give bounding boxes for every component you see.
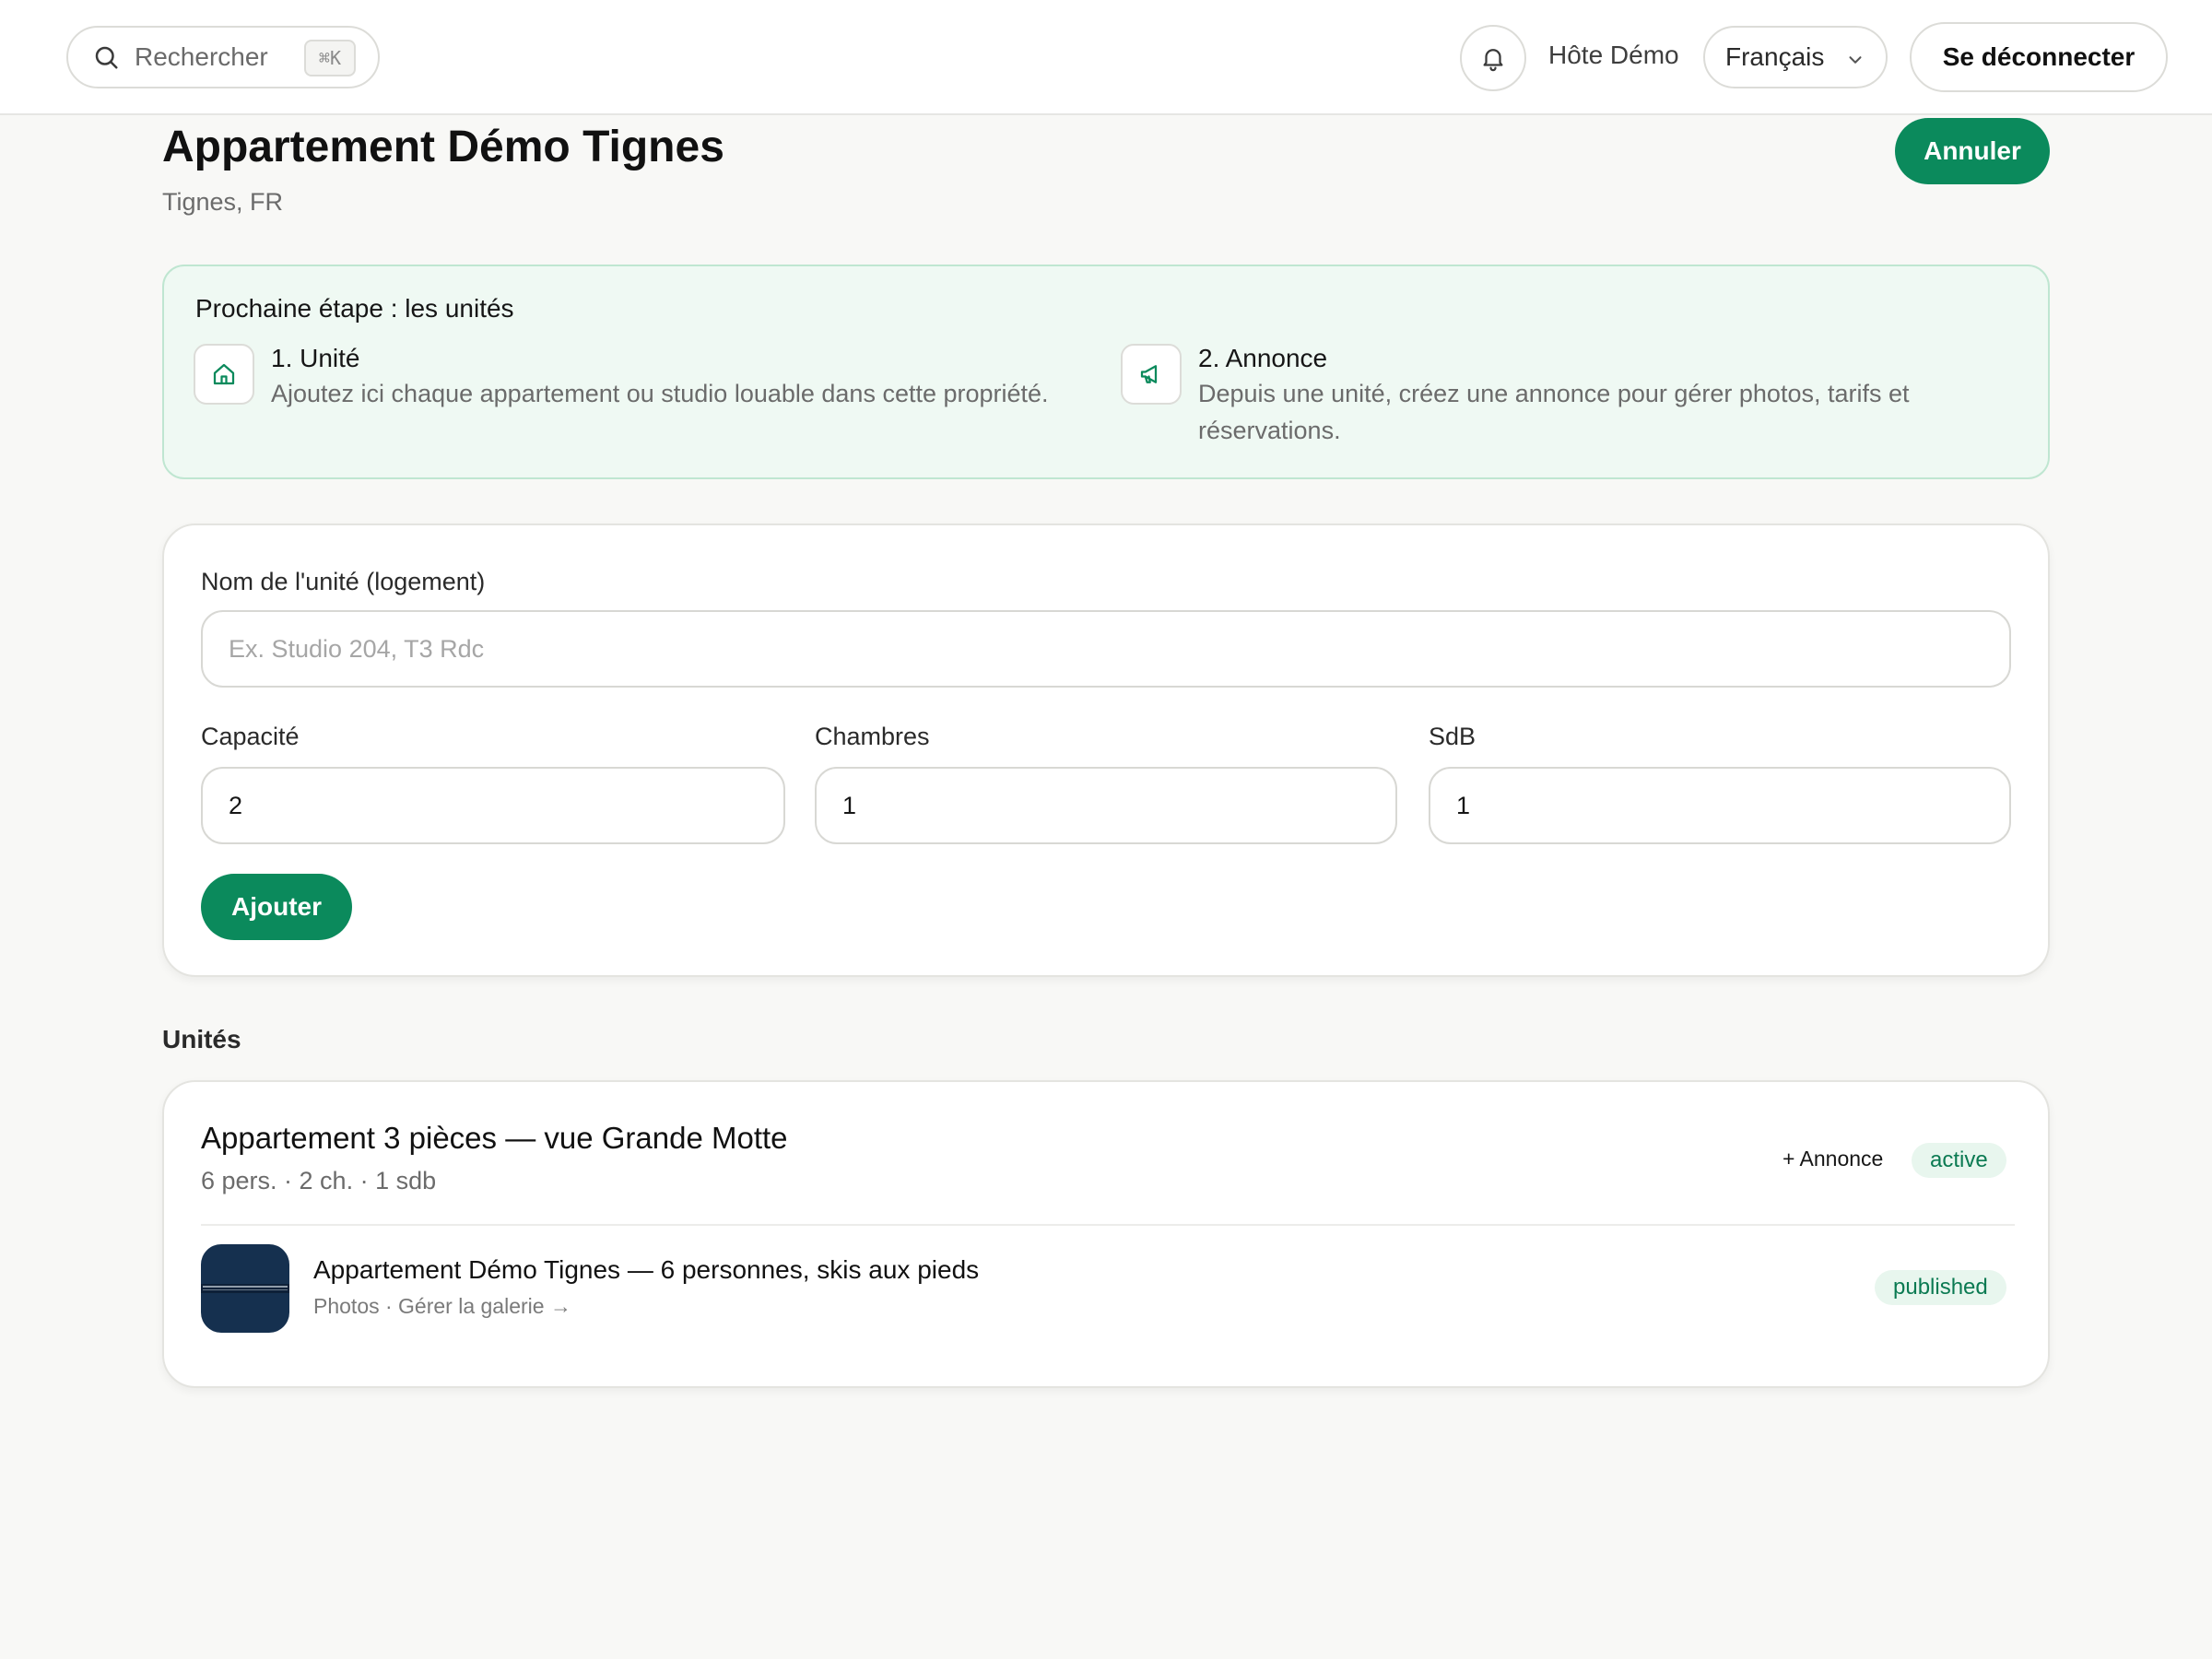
capacity-input[interactable] <box>201 767 785 844</box>
next-step-panel: Prochaine étape : les unités 1. Unité Aj… <box>162 265 2050 479</box>
cancel-button[interactable]: Annuler <box>1895 118 2050 184</box>
add-unit-button[interactable]: Ajouter <box>201 874 352 940</box>
next-step-title: Prochaine étape : les unités <box>195 294 514 323</box>
language-select[interactable]: Français <box>1703 26 1888 88</box>
unit-meta: 6 pers. · 2 ch. · 1 sdb <box>201 1167 437 1194</box>
listing-gallery-link[interactable]: Photos · Gérer la galerie → <box>313 1294 571 1319</box>
unit-name-input[interactable] <box>201 610 2011 688</box>
divider <box>201 1224 2015 1226</box>
thumbnail-band <box>201 1284 289 1293</box>
language-value: Français <box>1725 42 1825 71</box>
search-button[interactable]: Rechercher ⌘K <box>66 26 380 88</box>
units-heading: Unités <box>162 1025 241 1053</box>
user-name: Hôte Démo <box>1548 41 1679 69</box>
listing-title[interactable]: Appartement Démo Tignes — 6 personnes, s… <box>313 1255 979 1285</box>
bell-icon <box>1483 49 1503 72</box>
search-icon <box>95 46 118 69</box>
listing-thumbnail[interactable] <box>201 1244 289 1333</box>
step-unit-icon-box <box>194 344 254 405</box>
bathrooms-label: SdB <box>1429 723 1477 750</box>
add-unit-form: Nom de l'unité (logement) Capacité Chamb… <box>162 524 2050 977</box>
top-bar: Rechercher ⌘K Hôte Démo Français Se déco… <box>0 0 2212 115</box>
step-unit-description: Ajoutez ici chaque appartement ou studio… <box>271 380 1049 407</box>
step-listing-icon-box <box>1121 344 1182 405</box>
home-icon <box>213 363 235 385</box>
bedrooms-input[interactable] <box>815 767 1397 844</box>
notifications-button[interactable] <box>1460 25 1526 91</box>
step-listing: 2. Annonce Depuis une unité, créez une a… <box>1121 344 2015 449</box>
add-listing-link[interactable]: + Annonce <box>1783 1147 1883 1171</box>
unit-name-label: Nom de l'unité (logement) <box>201 568 486 595</box>
unit-card: Appartement 3 pièces — vue Grande Motte … <box>162 1080 2050 1388</box>
step-unit: 1. Unité Ajoutez ici chaque appartement … <box>194 344 1069 412</box>
step-listing-title: 2. Annonce <box>1198 344 1328 372</box>
step-unit-title: 1. Unité <box>271 344 360 372</box>
listing-status-badge: published <box>1875 1270 2006 1305</box>
unit-title: Appartement 3 pièces — vue Grande Motte <box>201 1121 788 1155</box>
chevron-down-icon <box>1849 56 1862 64</box>
capacity-label: Capacité <box>201 723 300 750</box>
megaphone-icon <box>1140 365 1158 383</box>
search-shortcut: ⌘K <box>303 40 356 76</box>
logout-button[interactable]: Se déconnecter <box>1910 22 2168 92</box>
search-label: Rechercher <box>135 42 268 71</box>
property-location: Tignes, FR <box>162 188 284 216</box>
page-title: Appartement Démo Tignes <box>162 123 724 171</box>
step-listing-description: Depuis une unité, créez une annonce pour… <box>1198 380 1910 444</box>
bathrooms-input[interactable] <box>1429 767 2011 844</box>
bedrooms-label: Chambres <box>815 723 930 750</box>
unit-status-badge: active <box>1912 1143 2006 1178</box>
